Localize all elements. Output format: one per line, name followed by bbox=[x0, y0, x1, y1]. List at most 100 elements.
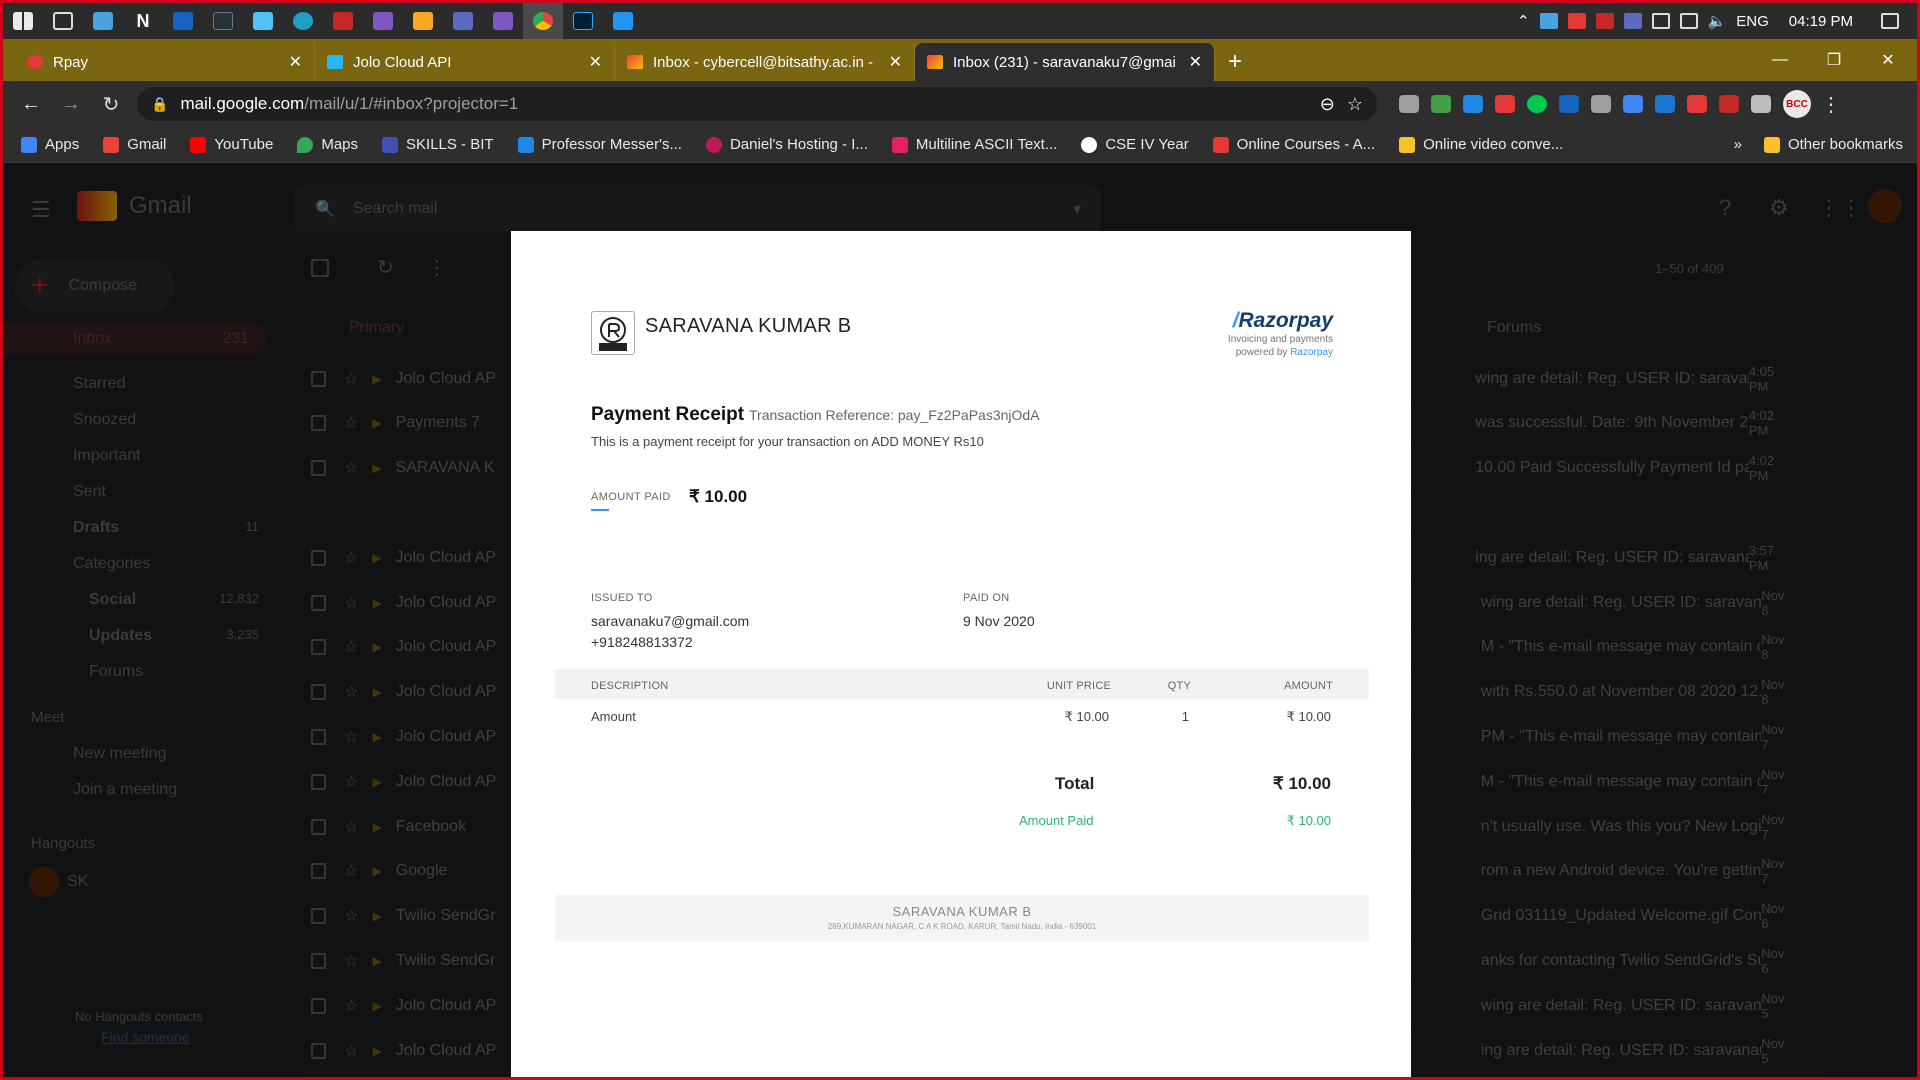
tab-jolo-cloud-api[interactable]: Jolo Cloud API ✕ bbox=[315, 43, 615, 81]
transaction-reference: Transaction Reference: pay_Fz2PaPas3njOd… bbox=[749, 407, 1040, 423]
reload-button[interactable]: ↻ bbox=[91, 86, 131, 122]
extension-icon[interactable] bbox=[1463, 95, 1483, 113]
lock-icon[interactable]: 🔒 bbox=[151, 96, 168, 113]
maps-pin-icon bbox=[297, 136, 314, 153]
razorpay-powered-by: powered by Razorpay bbox=[1235, 347, 1333, 358]
notifications-icon[interactable] bbox=[1881, 13, 1899, 29]
total-value: ₹ 10.00 bbox=[1272, 774, 1331, 793]
bookmark-online-video-converter[interactable]: Online video conve... bbox=[1399, 136, 1563, 153]
tab-inbox-saravanaku7[interactable]: Inbox (231) - saravanaku7@gmai ✕ bbox=[915, 43, 1215, 81]
tab-title: Jolo Cloud API bbox=[353, 53, 452, 71]
razorpay-link[interactable]: Razorpay bbox=[1290, 347, 1333, 358]
windows-app-icon[interactable] bbox=[83, 3, 123, 39]
puzzle-icon[interactable] bbox=[1751, 95, 1771, 113]
app-dark-icon[interactable] bbox=[203, 3, 243, 39]
network-icon[interactable] bbox=[1679, 13, 1698, 29]
close-window-button[interactable]: ✕ bbox=[1861, 39, 1915, 81]
back-button[interactable]: ← bbox=[11, 86, 51, 122]
netflix-n-icon[interactable]: N bbox=[123, 3, 163, 39]
onedrive-icon[interactable] bbox=[1539, 13, 1558, 29]
bookmark-star-icon[interactable]: ☆ bbox=[1347, 94, 1363, 115]
extension-icon[interactable] bbox=[1431, 95, 1451, 113]
language-indicator[interactable]: ENG bbox=[1736, 13, 1769, 30]
bookmark-skills-bit[interactable]: SKILLS - BIT bbox=[382, 136, 494, 153]
minimize-button[interactable]: — bbox=[1753, 39, 1807, 81]
gmail-favicon-icon bbox=[927, 55, 943, 69]
professor-messer-icon bbox=[517, 136, 534, 153]
rpay-logo-icon bbox=[599, 317, 627, 351]
maximize-button[interactable]: ❐ bbox=[1807, 39, 1861, 81]
bookmark-apps[interactable]: Apps bbox=[21, 136, 79, 153]
receipt-title: Payment Receipt bbox=[591, 404, 745, 425]
extension-icon[interactable] bbox=[1687, 95, 1707, 113]
file-explorer-icon[interactable] bbox=[403, 3, 443, 39]
amount-paid-value: ₹ 10.00 bbox=[689, 487, 748, 506]
razorpay-logo: /Razorpay bbox=[1232, 309, 1333, 332]
photoshop-icon[interactable] bbox=[563, 3, 603, 39]
zoom-icon[interactable]: ⊖ bbox=[1320, 94, 1335, 115]
translate-icon[interactable] bbox=[1623, 95, 1643, 113]
razorpay-tagline: Invoicing and payments bbox=[1227, 334, 1333, 345]
merchant-logo bbox=[591, 311, 635, 355]
volume-icon[interactable]: 🔈 bbox=[1708, 12, 1727, 30]
visual-studio-icon[interactable] bbox=[363, 3, 403, 39]
paid-on-label: PAID ON bbox=[963, 592, 1010, 604]
extension-icon[interactable] bbox=[1591, 95, 1611, 113]
bookmark-gmail[interactable]: Gmail bbox=[103, 136, 166, 153]
battery-icon[interactable] bbox=[1651, 13, 1670, 29]
windows-start-icon[interactable] bbox=[3, 3, 43, 39]
profile-avatar[interactable]: BCC bbox=[1783, 90, 1811, 118]
bookmark-daniels-hosting[interactable]: Daniel's Hosting - I... bbox=[705, 136, 868, 153]
bookmark-youtube[interactable]: YouTube bbox=[190, 136, 273, 153]
address-bar[interactable]: 🔒 mail.google.com/mail/u/1/#inbox?projec… bbox=[137, 87, 1377, 121]
extension-icon[interactable] bbox=[1527, 95, 1547, 113]
app-blue-icon[interactable] bbox=[163, 3, 203, 39]
col-qty: QTY bbox=[1167, 680, 1191, 692]
footer-address: 289,KUMARAN NAGAR, C A K ROAD, KARUR, Ta… bbox=[827, 922, 1097, 931]
app-red-icon[interactable] bbox=[323, 3, 363, 39]
bookmark-maps[interactable]: Maps bbox=[297, 136, 358, 153]
bookmarks-bar: Apps Gmail YouTube Maps SKILLS - BIT Pro… bbox=[3, 127, 1917, 163]
total-label: Total bbox=[1055, 774, 1095, 793]
more-bookmarks-button[interactable]: » bbox=[1734, 136, 1742, 153]
close-tab-icon[interactable]: ✕ bbox=[889, 52, 902, 72]
amount-paid-status-value: ₹ 10.00 bbox=[1286, 813, 1331, 828]
gmail-icon bbox=[103, 136, 120, 153]
bookmark-online-courses[interactable]: Online Courses - A... bbox=[1212, 136, 1375, 153]
teams-icon[interactable] bbox=[443, 3, 483, 39]
close-tab-icon[interactable]: ✕ bbox=[589, 52, 602, 72]
tab-inbox-cybercell[interactable]: Inbox - cybercell@bitsathy.ac.in - ✕ bbox=[615, 43, 915, 81]
bookmark-professor-messer[interactable]: Professor Messer's... bbox=[517, 136, 682, 153]
paid-on-date: 9 Nov 2020 bbox=[963, 613, 1035, 629]
close-tab-icon[interactable]: ✕ bbox=[289, 52, 302, 72]
visual-studio-2-icon[interactable] bbox=[483, 3, 523, 39]
photos-icon[interactable] bbox=[243, 3, 283, 39]
bookmark-multiline-ascii[interactable]: Multiline ASCII Text... bbox=[891, 136, 1057, 153]
extension-icon[interactable] bbox=[1719, 95, 1739, 113]
issued-phone: +918248813372 bbox=[591, 634, 693, 650]
clock[interactable]: 04:19 PM bbox=[1789, 13, 1853, 30]
edge-icon[interactable] bbox=[283, 3, 323, 39]
gmail-favicon-icon bbox=[627, 55, 643, 69]
chevron-up-icon[interactable]: ⌃ bbox=[1517, 12, 1530, 30]
tray-teams-icon[interactable] bbox=[1623, 13, 1642, 29]
forward-button[interactable]: → bbox=[51, 86, 91, 122]
tray-app-icon[interactable] bbox=[1595, 13, 1614, 29]
bookmark-cse-iv-year[interactable]: CSE IV Year bbox=[1081, 136, 1189, 153]
extension-icon[interactable] bbox=[1495, 95, 1515, 113]
task-view-icon[interactable] bbox=[43, 3, 83, 39]
apps-grid-icon bbox=[21, 136, 37, 153]
other-bookmarks[interactable]: Other bookmarks bbox=[1763, 136, 1903, 153]
close-tab-icon[interactable]: ✕ bbox=[1189, 52, 1202, 72]
kebab-menu-icon[interactable]: ⋮ bbox=[1811, 86, 1851, 122]
chrome-icon[interactable] bbox=[523, 3, 563, 39]
new-tab-button[interactable]: + bbox=[1215, 43, 1255, 81]
extension-icon[interactable] bbox=[1559, 95, 1579, 113]
extension-icon[interactable] bbox=[1399, 95, 1419, 113]
vscode-icon[interactable] bbox=[603, 3, 643, 39]
col-description: DESCRIPTION bbox=[591, 680, 669, 692]
tab-rpay[interactable]: Rpay ✕ bbox=[15, 43, 315, 81]
extension-icon[interactable] bbox=[1655, 95, 1675, 113]
tray-red-icon[interactable] bbox=[1567, 13, 1586, 29]
folder-icon bbox=[1763, 136, 1780, 153]
